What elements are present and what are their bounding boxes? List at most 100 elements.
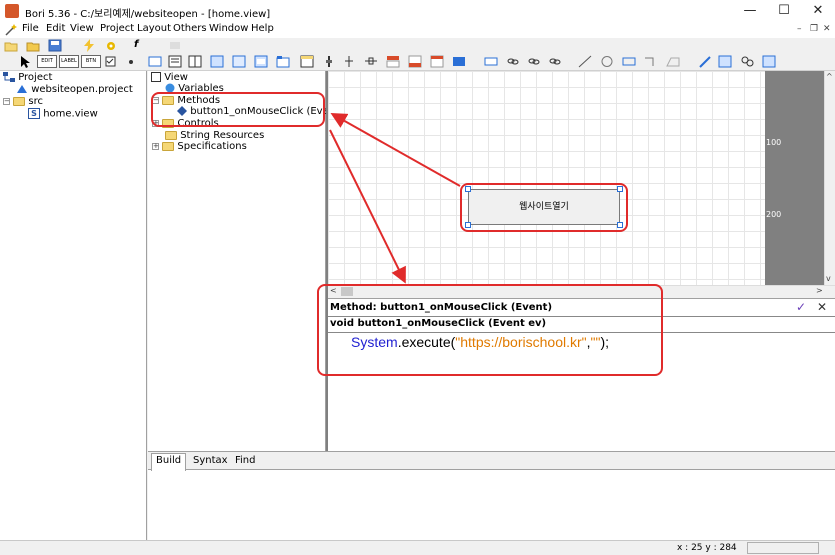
disabled-tool-icon <box>170 42 180 49</box>
table-red-icon[interactable] <box>430 55 444 68</box>
wand-check-icon[interactable]: ✓ <box>796 300 806 314</box>
save-icon[interactable] <box>48 39 62 52</box>
menu-project[interactable]: Project <box>100 23 134 34</box>
specifications-node[interactable]: + Specifications <box>152 141 247 152</box>
menu-view[interactable]: View <box>70 23 94 34</box>
view-root[interactable]: View <box>151 72 188 83</box>
menu-bar: File Edit View Project Layout Others Win… <box>0 22 835 38</box>
scroll-up-arrow[interactable]: ^ <box>826 72 833 81</box>
collapse-icon[interactable]: − <box>3 97 10 105</box>
close-editor-icon[interactable]: ✕ <box>817 300 827 314</box>
new-folder-icon[interactable] <box>4 39 18 52</box>
project-icon <box>3 72 15 82</box>
eraser-tool-icon[interactable] <box>718 55 732 68</box>
menu-control-icon[interactable] <box>300 55 314 68</box>
src-folder-label: src <box>28 96 43 107</box>
image-control-icon[interactable] <box>452 55 466 68</box>
ruler-label: 100 <box>766 138 782 147</box>
annotation-box-code <box>317 284 663 376</box>
horizontal-split-icon[interactable] <box>364 55 378 68</box>
scroll-down-arrow[interactable]: v <box>826 274 831 283</box>
zoom-tool-icon[interactable] <box>762 55 776 68</box>
view-root-icon <box>151 72 161 82</box>
maximize-button[interactable]: ☐ <box>767 0 801 22</box>
wand-icon <box>5 24 17 36</box>
close-button[interactable]: ✕ <box>801 0 835 22</box>
project-file-item[interactable]: websiteopen.project <box>16 84 133 95</box>
menu-window[interactable]: Window <box>209 23 248 34</box>
vertical-split-icon[interactable] <box>342 55 356 68</box>
polygon-tool-icon[interactable] <box>666 55 680 68</box>
mdi-close-button[interactable]: ✕ <box>823 24 831 34</box>
build-lightning-icon[interactable] <box>82 39 96 52</box>
ellipse-tool-icon[interactable] <box>600 55 614 68</box>
string-resources-node[interactable]: String Resources <box>165 130 264 141</box>
list-control-icon[interactable] <box>168 55 182 68</box>
menu-layout[interactable]: Layout <box>137 23 171 34</box>
radio-control-icon[interactable] <box>124 55 138 68</box>
label-control-icon[interactable]: LABEL <box>59 55 79 68</box>
frame-control-icon[interactable] <box>232 55 246 68</box>
ruler-label: 200 <box>766 210 782 219</box>
mdi-restore-button[interactable]: ❐ <box>810 24 818 34</box>
app-icon <box>5 4 19 18</box>
folder-icon <box>162 141 175 151</box>
line-tool-icon[interactable] <box>578 55 592 68</box>
project-file-icon <box>17 85 27 93</box>
controls-toolbar: EDIT LABEL BTN <box>0 54 835 71</box>
panel-control-icon[interactable] <box>148 55 162 68</box>
statusbar-red-icon[interactable] <box>408 55 422 68</box>
open-folder-icon[interactable] <box>26 39 40 52</box>
rectangle-tool-icon[interactable] <box>622 55 636 68</box>
menu-edit[interactable]: Edit <box>46 23 65 34</box>
title-bar: Bori 5.36 - C:/보리예제/websiteopen - [home.… <box>0 0 835 22</box>
button-control-icon[interactable]: BTN <box>81 55 101 68</box>
dialog-control-icon[interactable] <box>254 55 268 68</box>
specifications-label: Specifications <box>177 141 247 152</box>
textbox-control-icon[interactable] <box>484 55 498 68</box>
folder-icon <box>165 130 177 140</box>
design-canvas[interactable] <box>328 71 765 285</box>
tab-control-icon[interactable] <box>276 55 290 68</box>
project-root-label: Project <box>18 72 53 83</box>
magnifier-tool-icon[interactable] <box>740 55 754 68</box>
tab-build[interactable]: Build <box>151 453 187 471</box>
tab-find[interactable]: Find <box>231 454 260 470</box>
link-three-icon[interactable] <box>548 55 562 68</box>
menu-file[interactable]: File <box>22 23 39 34</box>
vertical-scrollbar[interactable]: ^ v <box>824 71 835 285</box>
link-one-icon[interactable] <box>506 55 520 68</box>
vertical-slider-icon[interactable] <box>322 55 336 68</box>
tab-syntax[interactable]: Syntax <box>189 454 232 470</box>
src-folder-item[interactable]: − src <box>3 96 43 107</box>
menu-help[interactable]: Help <box>251 23 274 34</box>
project-pane: Project websiteopen.project − src S home… <box>0 71 147 540</box>
view-file-item[interactable]: S home.view <box>28 108 98 120</box>
cursor-coordinates: x : 25 y : 284 <box>677 543 737 553</box>
edit-control-icon[interactable]: EDIT <box>37 55 57 68</box>
menu-others[interactable]: Others <box>173 23 207 34</box>
minimize-button[interactable]: — <box>733 0 767 22</box>
project-file-label: websiteopen.project <box>31 84 133 95</box>
window-control-icon[interactable] <box>210 55 224 68</box>
toolbar-red-icon[interactable] <box>386 55 400 68</box>
run-gear-icon[interactable] <box>104 39 118 52</box>
pointer-icon[interactable] <box>18 55 32 68</box>
view-root-label: View <box>164 72 188 83</box>
grid-control-icon[interactable] <box>188 55 202 68</box>
scroll-right-arrow[interactable]: > <box>816 286 823 295</box>
string-resources-label: String Resources <box>180 130 265 141</box>
function-icon[interactable]: f <box>134 39 148 52</box>
window-title: Bori 5.36 - C:/보리예제/websiteopen - [home.… <box>25 9 271 20</box>
checkbox-control-icon[interactable] <box>104 55 118 68</box>
link-two-icon[interactable] <box>527 55 541 68</box>
view-tree-pane: View Variables − Methods button1_onMouse… <box>148 71 343 451</box>
pen-tool-icon[interactable] <box>698 55 712 68</box>
status-bar: x : 25 y : 284 <box>0 540 835 555</box>
mdi-minimize-button[interactable]: – <box>797 24 802 34</box>
project-root[interactable]: Project <box>3 72 52 83</box>
output-tabs: Build Syntax Find <box>148 452 835 471</box>
connector-tool-icon[interactable] <box>644 55 658 68</box>
expand-icon[interactable]: + <box>152 142 159 150</box>
view-file-label: home.view <box>43 108 98 120</box>
